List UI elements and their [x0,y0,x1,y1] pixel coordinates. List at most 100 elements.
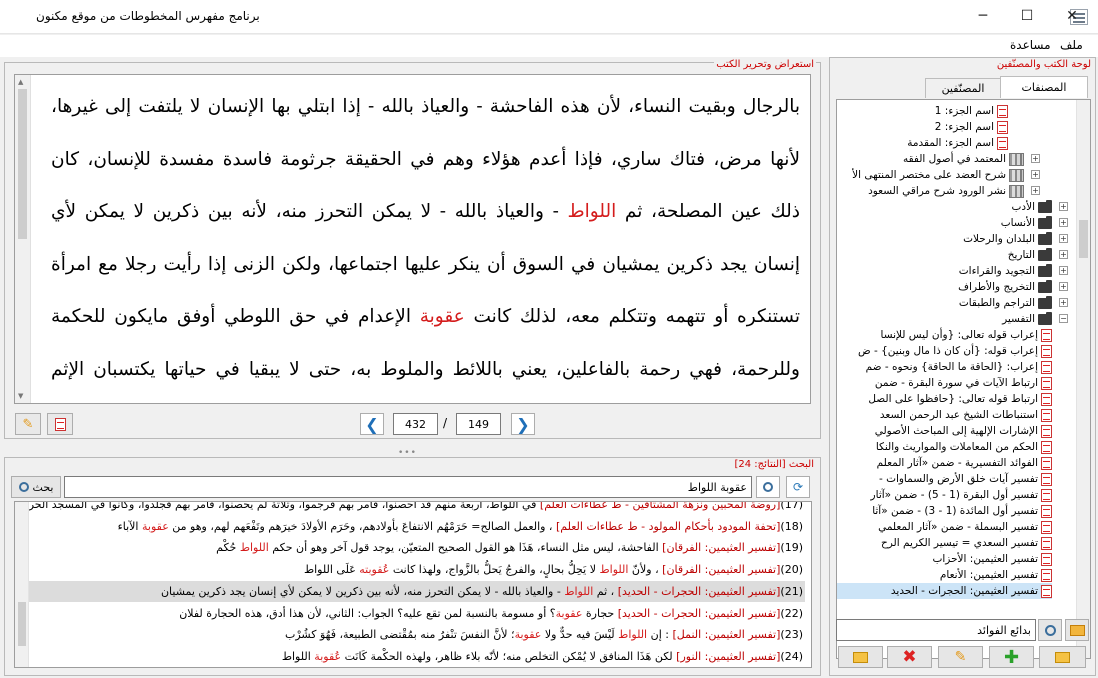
expand-icon[interactable]: + [1059,266,1068,275]
edit-text-button[interactable]: ✎ [15,413,41,435]
expand-icon[interactable]: + [1059,234,1068,243]
expand-icon[interactable]: + [1031,186,1040,195]
expand-icon[interactable]: + [1059,298,1068,307]
tree-node[interactable]: تفسير العثيمين: الحجرات - الحديد [837,583,1052,599]
pdf-icon [1041,488,1052,502]
text-scrollbar[interactable]: ▲ ▼ [15,75,31,403]
tree-node[interactable]: اسم الجزء: 1 [935,103,1008,119]
expand-icon[interactable]: + [1059,282,1068,291]
expand-icon[interactable]: + [1031,154,1040,163]
result-snippet: : إن [647,628,673,642]
tree-search-input[interactable] [836,619,1036,641]
tree-node-label: التراجم والطبقات [958,297,1035,309]
tree-node[interactable]: التاريخ + [1007,247,1068,263]
tree-scrollbar[interactable] [1076,100,1090,658]
pdf-button[interactable] [47,413,73,435]
tree-search-button[interactable] [1038,619,1062,641]
tree-node[interactable]: المعتمد في أصول الفقه + [903,151,1040,167]
scroll-down-icon[interactable]: ▼ [18,392,23,400]
chevron-left-icon: ❮ [365,414,379,434]
scroll-up-icon[interactable]: ▲ [18,78,23,86]
open-folder-button[interactable] [838,646,883,668]
tree-node[interactable]: البلدان والرحلات + [963,231,1068,247]
tree-node[interactable]: الأدب + [1012,199,1068,215]
expand-icon[interactable]: + [1031,170,1040,179]
tree-node[interactable]: تفسير السعدي = تيسير الكريم الرح [881,535,1052,551]
expand-icon[interactable]: + [1059,202,1068,211]
tree-node[interactable]: إعراب قوله تعالى: {وأن ليس للإنسا [881,327,1052,343]
search-result-row[interactable]: (24)[تفسير العثيمين: النور] لكن هَذَا ال… [29,646,805,667]
folder-icon [1038,311,1052,325]
result-highlight: عُقوبته [359,563,390,577]
close-button[interactable]: ✕ [1049,0,1095,32]
tree-node[interactable]: اسم الجزء: المقدمة [907,135,1008,151]
tree-node[interactable]: تفسير العثيمين: الأنعام [940,567,1052,583]
tree-node[interactable]: نشر الورود شرح مراقي السعود + [868,183,1040,199]
search-query-input[interactable] [64,476,752,498]
collapse-icon[interactable]: − [1059,314,1068,323]
books-tree[interactable]: اسم الجزء: 1 اسم الجزء: 2 اسم الجزء: المقد… [836,99,1091,659]
pdf-icon [1041,472,1052,486]
tree-node-label: التاريخ [1007,249,1035,261]
expand-icon[interactable]: + [1059,250,1068,259]
tree-node[interactable]: تفسير أول المائدة (1 - 3) - ضمن «آثا [872,503,1052,519]
results-scrollbar[interactable] [15,502,29,667]
viewer-caption: استعراض وتحرير الكتب [714,59,816,70]
tree-node[interactable]: ارتباط الآيات في سورة البقرة - ضمن [875,375,1052,391]
search-result-row[interactable]: (19)[تفسير العثيمين: الفرقان] الفاحشة، ل… [29,537,805,559]
search-tree-button[interactable] [756,476,780,498]
search-result-row[interactable]: (18)[تحفة المودود بأحكام المولود - ط عطا… [29,516,805,538]
book-text: بالرجال وبقيت النساء، لأن هذه الفاحشة - … [51,81,800,403]
search-results-list[interactable]: (17)[روضة المحبين ونزهة المشتاقين - ط عط… [14,501,812,668]
new-folder-button[interactable] [1039,646,1086,668]
tree-node[interactable]: الحكم من المعاملات والمواريث والنكا [876,439,1052,455]
tree-node[interactable]: إعراب: {الحاقة ما الحاقة} ونحوه - ضم [866,359,1052,375]
maximize-button[interactable]: ☐ [1004,0,1050,32]
result-book-title: [تفسير العثيمين: الحجرات - الحديد] [617,584,781,598]
search-button[interactable]: بحث [11,476,61,498]
tree-node[interactable]: التفسير − [1002,311,1068,327]
folder-icon [1038,199,1052,213]
tree-node[interactable]: تفسير البسملة - ضمن «آثار المعلمي [878,519,1052,535]
tree-node[interactable]: التجويد والقراءات + [959,263,1068,279]
search-result-row[interactable]: (22)[تفسير العثيمين: الحجرات - الحديد] ح… [29,603,805,625]
tree-node[interactable]: إعراب قوله: {أن كان ذا مال وبنين} - ض [858,343,1052,359]
tab-authors[interactable]: المصنّفين [925,78,1001,98]
tab-works[interactable]: المصنفات [1000,76,1088,98]
tree-node[interactable]: الأنساب + [1001,215,1068,231]
expand-icon[interactable]: + [1059,218,1068,227]
search-result-row[interactable]: (17)[روضة المحبين ونزهة المشتاقين - ط عط… [29,502,805,516]
folder-icon [1038,231,1052,245]
book-text-area[interactable]: ▲ ▼ بالرجال وبقيت النساء، لأن هذه الفاحش… [14,74,811,404]
search-result-row[interactable]: (23)[تفسير العثيمين: النمل] : إن اللواط … [29,624,805,646]
page-number-input[interactable] [456,413,501,435]
star-folder-button[interactable] [1065,619,1089,641]
tree-node[interactable]: التراجم والطبقات + [958,295,1068,311]
pdf-icon [1041,360,1052,374]
tree-node[interactable]: الإشارات الإلهية إلى المباحث الأصولي [875,423,1052,439]
delete-button[interactable]: ✖ [887,646,932,668]
tree-node[interactable]: شرح العضد على مختصر المنتهى الأ + [852,167,1040,183]
prev-page-button[interactable]: ❮ [360,413,384,435]
result-number: (19) [780,541,803,555]
tree-node[interactable]: تفسير العثيمين: الأحزاب [932,551,1052,567]
title-bar: برنامج مفهرس المخطوطات من موقع مكنون ─ ☐… [0,0,1098,34]
tree-node[interactable]: استنباطات الشيخ عبد الرحمن السعد [880,407,1052,423]
tree-node[interactable]: التخريج والأطراف + [958,279,1068,295]
tree-node[interactable]: تفسير أول البقرة (1 - 5) - ضمن «آثار [871,487,1052,503]
next-page-button[interactable]: ❯ [511,413,535,435]
add-button[interactable]: ✚ [989,646,1034,668]
search-options-button[interactable]: ⟳ [786,476,810,498]
minimize-button[interactable]: ─ [960,0,1006,32]
tree-node[interactable]: الفوائد التفسيرية - ضمن «آثار المعلم [877,455,1052,471]
search-result-row[interactable]: (21)[تفسير العثيمين: الحجرات - الحديد] ،… [29,580,805,603]
tree-node[interactable]: اسم الجزء: 2 [935,119,1008,135]
search-result-row[interactable]: (20)[تفسير العثيمين: الفرقان] ، ولأنّ ال… [29,559,805,581]
folder-icon [1038,295,1052,309]
tree-node[interactable]: ارتباط قوله تعالى: {حافظوا على الصل [868,391,1052,407]
tree-node[interactable]: تفسير آيات خلق الأرض والسماوات - [879,471,1052,487]
refresh-icon: ⟳ [792,480,804,494]
edit-button[interactable]: ✎ [938,646,983,668]
menu-file[interactable]: ملف [1060,38,1083,52]
menu-help[interactable]: مساعدة [1010,38,1051,52]
